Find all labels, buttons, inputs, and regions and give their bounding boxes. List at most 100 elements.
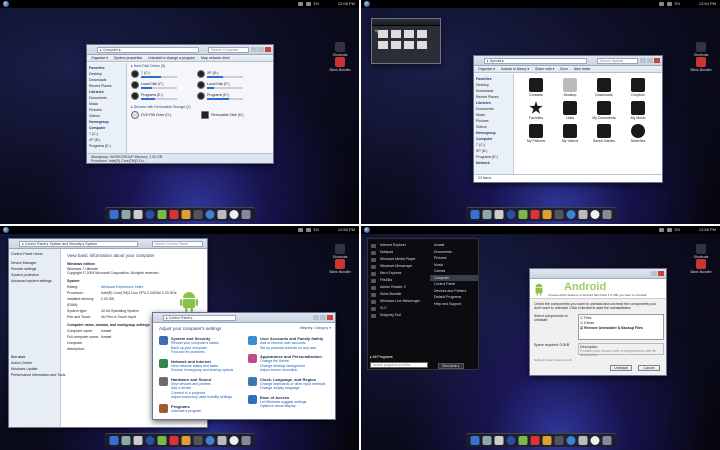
start-program-item[interactable]: Snipping Tool bbox=[368, 312, 428, 319]
globe-icon[interactable] bbox=[566, 436, 575, 445]
item-desktop[interactable]: Desktop bbox=[556, 78, 584, 97]
window-titlebar[interactable]: ▸ Control Panel ▸ bbox=[153, 313, 335, 323]
network-icon[interactable] bbox=[298, 228, 303, 232]
globe-icon[interactable] bbox=[205, 436, 214, 445]
folder-icon[interactable] bbox=[193, 436, 202, 445]
item-contacts[interactable]: Contacts bbox=[522, 78, 550, 97]
skin-icon[interactable] bbox=[518, 436, 527, 445]
photos-icon[interactable] bbox=[181, 436, 190, 445]
flip-preview-window[interactable]: Special bbox=[371, 18, 441, 64]
performance-link[interactable]: Performance Information and Tools bbox=[11, 372, 65, 378]
start-program-item[interactable]: Internet Explorer bbox=[368, 242, 428, 249]
minimize-button[interactable] bbox=[251, 47, 257, 52]
drive-item[interactable]: Programs (E:) bbox=[197, 92, 243, 100]
organize-button[interactable]: Organize ▾ bbox=[478, 67, 495, 71]
skin-icon[interactable] bbox=[518, 210, 527, 219]
start-program-item[interactable]: Windows Messenger bbox=[368, 263, 428, 270]
clock-icon[interactable] bbox=[590, 210, 599, 219]
folder-icon[interactable] bbox=[554, 436, 563, 445]
search-input[interactable]: Search Computer bbox=[208, 47, 249, 53]
settings-icon[interactable] bbox=[217, 210, 226, 219]
language-indicator[interactable]: EN bbox=[313, 0, 319, 8]
item-downloads[interactable]: Downloads bbox=[590, 78, 618, 97]
start-orb-icon[interactable] bbox=[364, 1, 370, 7]
category-task-link[interactable]: Review your computer's status bbox=[171, 341, 219, 346]
recycle-bin-icon[interactable] bbox=[133, 436, 142, 445]
organize-button[interactable]: Organize ▾ bbox=[91, 56, 108, 60]
item-searches[interactable]: Searches bbox=[624, 124, 652, 143]
address-bar[interactable]: ▸ Special ▸ bbox=[484, 58, 588, 64]
all-programs-link[interactable]: ▸ All Programs bbox=[370, 355, 428, 359]
clock-icon[interactable] bbox=[229, 436, 238, 445]
search-input[interactable]: Search Control Panel bbox=[151, 241, 203, 247]
category-task-link[interactable]: Set up parental controls for any user bbox=[260, 346, 323, 351]
language-indicator[interactable]: EN bbox=[674, 226, 680, 234]
minimize-button[interactable] bbox=[651, 271, 657, 276]
share-with-button[interactable]: Share with ▾ bbox=[535, 67, 554, 71]
item-my-music[interactable]: My Music bbox=[624, 101, 652, 120]
start-search-input[interactable]: Search programs and files bbox=[370, 362, 428, 368]
recycle-bin-icon[interactable] bbox=[133, 210, 142, 219]
nav-network[interactable]: Network bbox=[476, 160, 511, 166]
drive-item[interactable]: Programs (E:) bbox=[131, 92, 177, 100]
gmail-icon[interactable] bbox=[530, 436, 539, 445]
gmail-icon[interactable] bbox=[169, 436, 178, 445]
photos-icon[interactable] bbox=[181, 210, 190, 219]
item-links[interactable]: Links bbox=[556, 101, 584, 120]
maximize-button[interactable] bbox=[320, 315, 326, 320]
trash-icon[interactable] bbox=[602, 436, 611, 445]
item-my-pictures[interactable]: My Pictures bbox=[522, 124, 550, 143]
skin-icon[interactable] bbox=[157, 210, 166, 219]
uninstall-button[interactable]: Uninstall bbox=[610, 365, 632, 371]
clock-icon[interactable] bbox=[590, 436, 599, 445]
item-dropbox[interactable]: Dropbox bbox=[624, 78, 652, 97]
desktop-icon-skins-bundler[interactable]: Skins Bundler bbox=[329, 259, 351, 274]
desktop-icon-shortcuts[interactable]: Shortcuts bbox=[690, 244, 712, 259]
uninstall-program-button[interactable]: Uninstall or change a program bbox=[148, 56, 195, 60]
desktop-icon-skins-bundler[interactable]: Skins Bundler bbox=[329, 57, 351, 72]
clock[interactable]: 12:58 PM bbox=[699, 226, 716, 234]
settings-icon[interactable] bbox=[578, 436, 587, 445]
item-favorites[interactable]: Favorites bbox=[522, 101, 550, 120]
start-place-item[interactable]: Help and Support bbox=[430, 301, 478, 308]
minimize-button[interactable] bbox=[313, 315, 319, 320]
start-program-item[interactable]: Adobe Reader X bbox=[368, 284, 428, 291]
desktop-icon-shortcuts[interactable]: Shortcuts bbox=[690, 42, 712, 57]
close-button[interactable] bbox=[658, 271, 664, 276]
item-my-videos[interactable]: My Videos bbox=[556, 124, 584, 143]
dvd-drive-item[interactable]: DVD RW Drive (G:) bbox=[131, 111, 171, 119]
category-task-link[interactable]: Choose homegroup and sharing options bbox=[171, 368, 233, 373]
folder-icon[interactable] bbox=[193, 210, 202, 219]
category-task-link[interactable]: Find and fix problems bbox=[171, 350, 219, 355]
drive-item[interactable]: Local Disk (F:) bbox=[197, 81, 243, 89]
volume-icon[interactable] bbox=[667, 228, 672, 232]
address-bar[interactable]: ▸ Control Panel ▸ System and Security ▸ … bbox=[19, 241, 138, 247]
window-titlebar[interactable]: ▸ Control Panel ▸ System and Security ▸ … bbox=[9, 239, 207, 249]
language-indicator[interactable]: EN bbox=[674, 0, 680, 8]
maximize-button[interactable] bbox=[258, 47, 264, 52]
drive-item[interactable]: Local Disk (F:) bbox=[131, 81, 177, 89]
network-icon[interactable] bbox=[659, 2, 664, 6]
volume-icon[interactable] bbox=[306, 2, 311, 6]
maximize-button[interactable] bbox=[647, 58, 653, 63]
globe-icon[interactable] bbox=[205, 210, 214, 219]
item-my-documents[interactable]: My Documents bbox=[590, 101, 618, 120]
nav-drive-e[interactable]: Programs (E:) bbox=[89, 143, 124, 149]
explorer-icon[interactable] bbox=[121, 436, 130, 445]
clock[interactable]: 12:54 PM bbox=[699, 0, 716, 8]
start-program-item[interactable]: Windows Media Player bbox=[368, 256, 428, 263]
close-button[interactable] bbox=[265, 47, 271, 52]
media-icon[interactable] bbox=[145, 210, 154, 219]
skin-icon[interactable] bbox=[157, 436, 166, 445]
volume-icon[interactable] bbox=[667, 2, 672, 6]
ie-icon[interactable] bbox=[470, 436, 479, 445]
category-task-link[interactable]: Uninstall a program bbox=[171, 409, 201, 414]
trash-icon[interactable] bbox=[241, 436, 250, 445]
drive-item[interactable]: 7 (C:) bbox=[131, 70, 177, 78]
ie-icon[interactable] bbox=[109, 436, 118, 445]
start-program-item[interactable]: Notepad bbox=[368, 249, 428, 256]
start-program-item[interactable]: FileZilla bbox=[368, 277, 428, 284]
dialog-titlebar[interactable]: Android Skin Pack 1.0 X86 Uninstall bbox=[530, 269, 666, 283]
desktop-icon-shortcuts[interactable]: Shortcuts bbox=[329, 42, 351, 57]
start-orb-icon[interactable] bbox=[3, 227, 9, 233]
